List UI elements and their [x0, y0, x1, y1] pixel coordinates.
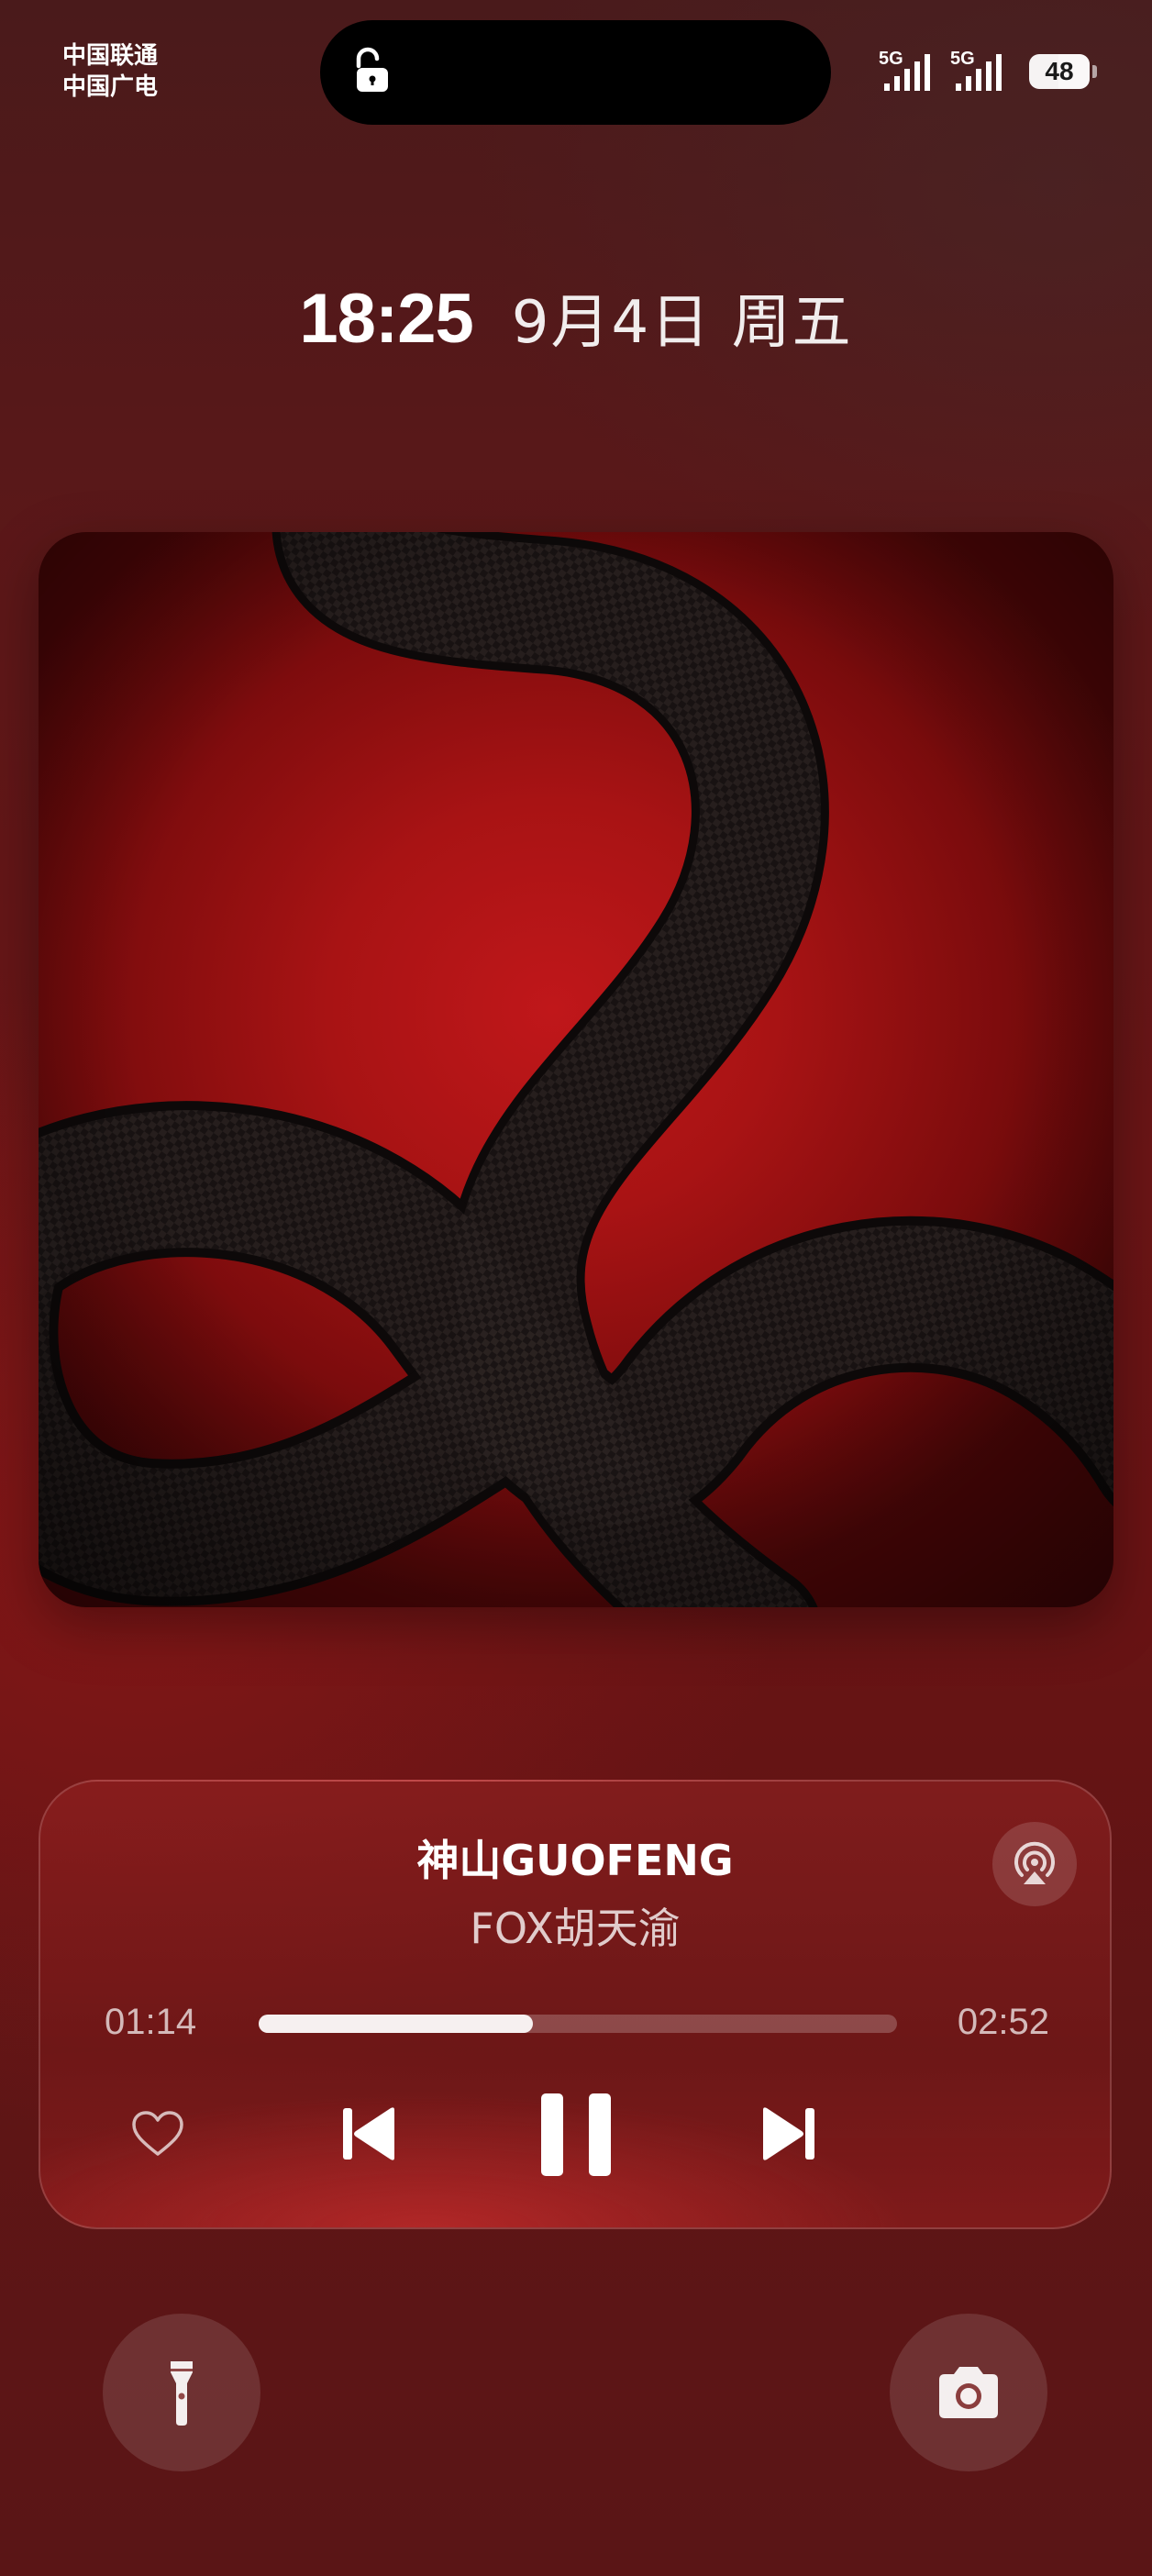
playback-progress-bar[interactable]	[259, 2015, 897, 2033]
elapsed-time: 01:14	[105, 2002, 197, 2042]
album-artwork[interactable]	[39, 532, 1113, 1607]
clock-date: 9月4日 周五	[511, 289, 853, 357]
total-duration: 02:52	[957, 2002, 1049, 2042]
airplay-audio-icon	[1014, 1841, 1055, 1884]
previous-track-button[interactable]	[336, 2101, 402, 2167]
media-player-card: 神山GUOFENG FOX胡天渝 01:14 02:52	[39, 1780, 1112, 2229]
status-indicators: 5G 5G 48	[879, 46, 1097, 97]
signal-indicator-2: 5G	[950, 49, 1013, 93]
previous-track-icon	[343, 2107, 394, 2160]
unlocked-padlock-icon	[346, 46, 397, 97]
carrier-name-2: 中国广电	[62, 73, 159, 101]
lockscreen-clock: 18:25 9月4日 周五	[0, 275, 1152, 360]
flashlight-icon	[171, 2361, 193, 2426]
like-button[interactable]	[128, 2108, 187, 2160]
battery-percentage: 48	[1045, 57, 1074, 85]
signal-indicator-1: 5G	[879, 49, 941, 93]
progress-fill	[259, 2015, 534, 2033]
battery-tip	[1092, 65, 1097, 78]
signal-bars-icon	[884, 54, 930, 91]
camera-button[interactable]	[890, 2314, 1047, 2471]
dynamic-island[interactable]	[320, 20, 831, 125]
heart-icon	[132, 2111, 183, 2156]
battery-indicator: 48	[1029, 54, 1097, 89]
carrier-name-1: 中国联通	[62, 42, 159, 70]
pause-button[interactable]	[537, 2092, 615, 2178]
song-title: 神山GUOFENG	[416, 1836, 734, 1885]
camera-icon	[939, 2367, 998, 2418]
pause-icon	[541, 2093, 611, 2176]
airplay-button[interactable]	[992, 1822, 1077, 1906]
signal-bars-icon	[956, 54, 1002, 91]
carrier-info: 中国联通 中国广电	[62, 40, 158, 103]
next-track-icon	[763, 2107, 814, 2160]
clock-time: 18:25	[299, 280, 473, 358]
song-artist: FOX胡天渝	[470, 1904, 681, 1953]
album-artwork-image	[39, 532, 1113, 1607]
flashlight-button[interactable]	[103, 2314, 260, 2471]
next-track-button[interactable]	[756, 2101, 822, 2167]
